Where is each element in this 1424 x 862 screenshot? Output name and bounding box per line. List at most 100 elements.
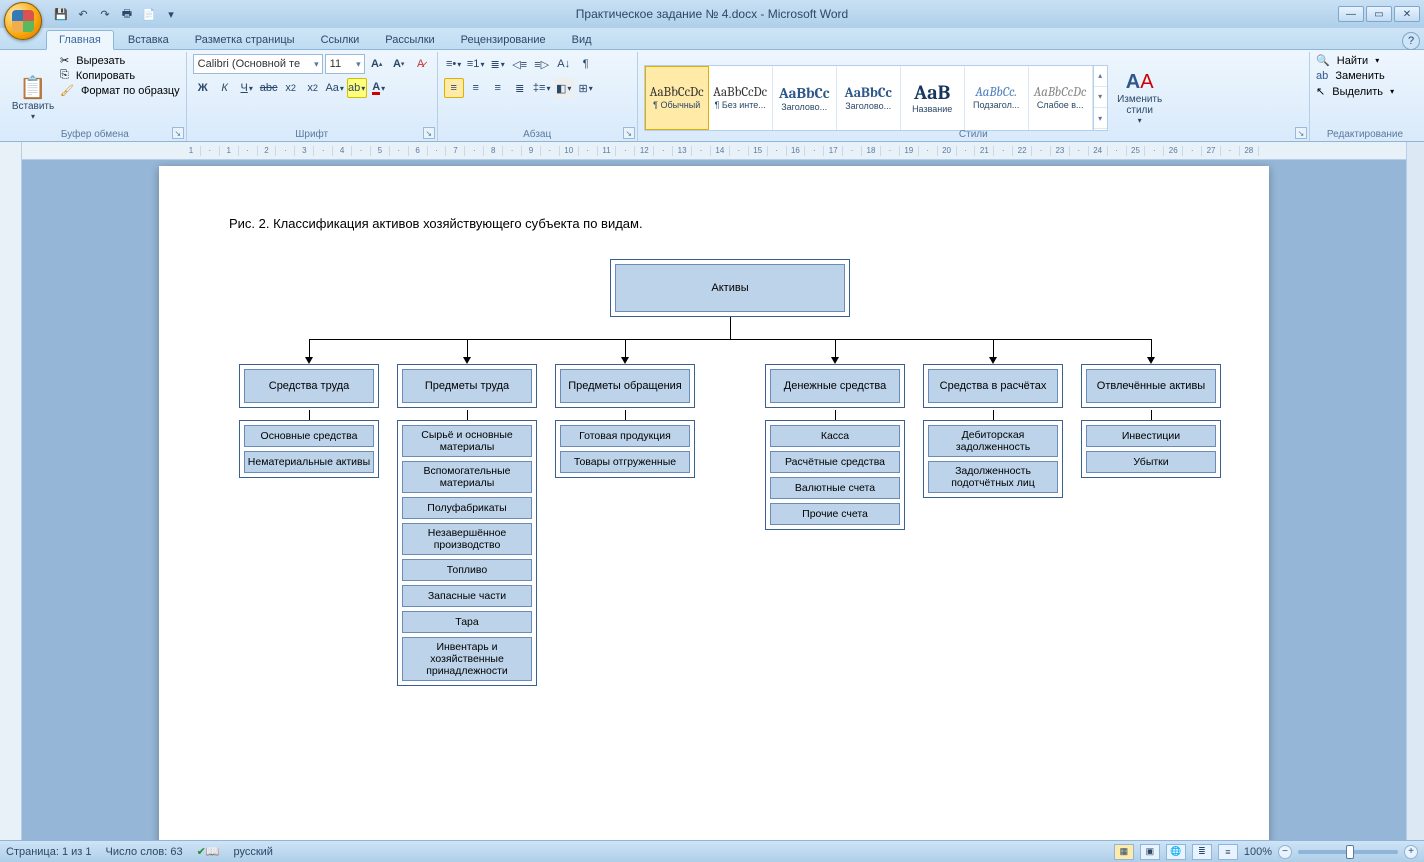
vertical-scrollbar[interactable] (1406, 142, 1424, 840)
scissors-icon: ✂ (60, 54, 69, 67)
styles-launcher[interactable]: ↘ (1295, 127, 1307, 139)
align-center-button[interactable]: ≡ (466, 78, 486, 98)
copy-button[interactable]: ⎘ Копировать (60, 69, 180, 82)
style-item[interactable]: AaBbCcDc¶ Без инте... (709, 66, 773, 130)
style-item[interactable]: AaBbCcЗаголово... (837, 66, 901, 130)
strike-button[interactable]: abc (259, 78, 279, 98)
style-item[interactable]: AaBbCcЗаголово... (773, 66, 837, 130)
increase-indent-button[interactable]: ≡▷ (532, 54, 552, 74)
format-painter-button[interactable]: 🖌 Формат по образцу (60, 84, 180, 97)
style-name: Заголово... (781, 102, 827, 112)
ruler-mark: · (616, 146, 635, 156)
italic-button[interactable]: К (215, 78, 235, 98)
numbering-button[interactable]: ≡1 (466, 54, 486, 74)
underline-button[interactable]: Ч (237, 78, 257, 98)
view-full-screen[interactable]: ▣ (1140, 844, 1160, 860)
highlight-button[interactable]: ab (347, 78, 367, 98)
find-button[interactable]: 🔍 Найти ▾ (1316, 54, 1414, 67)
tab-mailings[interactable]: Рассылки (373, 31, 446, 49)
change-styles-button[interactable]: AA Изменить стили ▾ (1112, 69, 1168, 127)
quick-access-toolbar: 💾 ↶ ↷ 🖶 📄 ▾ (52, 5, 180, 23)
style-item[interactable]: AaBbCcDcСлабое в... (1029, 66, 1093, 130)
document-scroll[interactable]: 1·1·2·3·4·5·6·7·8·9·10·11·12·13·14·15·16… (22, 142, 1406, 840)
tab-view[interactable]: Вид (560, 31, 604, 49)
undo-icon[interactable]: ↶ (74, 5, 92, 23)
view-draft[interactable]: ≡ (1218, 844, 1238, 860)
help-button[interactable]: ? (1402, 32, 1420, 50)
style-item[interactable]: AaBbCcDc¶ Обычный (645, 66, 709, 130)
style-scroll-button[interactable]: ▾ (1094, 87, 1107, 108)
maximize-button[interactable]: ▭ (1366, 6, 1392, 22)
view-web-layout[interactable]: 🌐 (1166, 844, 1186, 860)
tab-review[interactable]: Рецензирование (449, 31, 558, 49)
view-outline[interactable]: ≣ (1192, 844, 1212, 860)
tab-page-layout[interactable]: Разметка страницы (183, 31, 307, 49)
ruler-mark: · (352, 146, 371, 156)
style-name: Слабое в... (1037, 100, 1084, 110)
style-scroll-button[interactable]: ▴ (1094, 66, 1107, 87)
tab-home[interactable]: Главная (46, 30, 114, 50)
shrink-font-button[interactable]: A▾ (389, 54, 409, 74)
paragraph-launcher[interactable]: ↘ (623, 127, 635, 139)
replace-button[interactable]: ab Заменить (1316, 70, 1414, 82)
redo-icon[interactable]: ↷ (96, 5, 114, 23)
font-launcher[interactable]: ↘ (423, 127, 435, 139)
bold-button[interactable]: Ж (193, 78, 213, 98)
grow-font-button[interactable]: A▴ (367, 54, 387, 74)
titlebar: 💾 ↶ ↷ 🖶 📄 ▾ Практическое задание № 4.doc… (0, 0, 1424, 28)
align-left-button[interactable]: ≡ (444, 78, 464, 98)
subscript-button[interactable]: x2 (281, 78, 301, 98)
shading-button[interactable]: ◧ (554, 78, 574, 98)
paste-button[interactable]: 📋 Вставить ▾ (10, 54, 56, 141)
horizontal-ruler[interactable]: 1·1·2·3·4·5·6·7·8·9·10·11·12·13·14·15·16… (22, 142, 1406, 160)
style-preview: AaBbCc (845, 84, 892, 101)
status-proofing-icon[interactable]: ✔📖 (197, 845, 220, 858)
close-button[interactable]: ✕ (1394, 6, 1420, 22)
style-more-button[interactable]: ▾ (1094, 108, 1107, 129)
view-print-layout[interactable]: ▦ (1114, 844, 1134, 860)
zoom-thumb[interactable] (1346, 845, 1354, 859)
align-right-button[interactable]: ≡ (488, 78, 508, 98)
tab-references[interactable]: Ссылки (309, 31, 372, 49)
zoom-out-button[interactable]: − (1278, 845, 1292, 859)
show-marks-button[interactable]: ¶ (576, 54, 596, 74)
page[interactable]: Рис. 2. Классификация активов хозяйствую… (159, 166, 1269, 840)
cut-button[interactable]: ✂ Вырезать (60, 54, 180, 67)
line-spacing-button[interactable]: ‡≡ (532, 78, 552, 98)
justify-button[interactable]: ≣ (510, 78, 530, 98)
ruler-mark: · (1070, 146, 1089, 156)
tab-insert[interactable]: Вставка (116, 31, 181, 49)
clear-formatting-button[interactable]: A̷ (411, 54, 431, 74)
zoom-slider[interactable] (1298, 850, 1398, 854)
sort-button[interactable]: A↓ (554, 54, 574, 74)
bullets-button[interactable]: ≡• (444, 54, 464, 74)
save-icon[interactable]: 💾 (52, 5, 70, 23)
zoom-level[interactable]: 100% (1244, 846, 1272, 858)
change-case-button[interactable]: Aa (325, 78, 345, 98)
style-item[interactable]: AaBbCc.Подзагол... (965, 66, 1029, 130)
font-family-combo[interactable]: Calibri (Основной те (193, 54, 323, 74)
borders-button[interactable]: ⊞ (576, 78, 596, 98)
replace-icon: ab (1316, 70, 1328, 82)
replace-label: Заменить (1335, 70, 1384, 82)
font-size-combo[interactable]: 11 (325, 54, 365, 74)
vertical-ruler[interactable] (0, 142, 22, 840)
superscript-button[interactable]: x2 (303, 78, 323, 98)
quick-print-icon[interactable]: 🖶 (118, 5, 136, 23)
minimize-button[interactable]: — (1338, 6, 1364, 22)
clipboard-launcher[interactable]: ↘ (172, 127, 184, 139)
diagram-item: Прочие счета (770, 503, 900, 525)
preview-icon[interactable]: 📄 (140, 5, 158, 23)
qat-more-icon[interactable]: ▾ (162, 5, 180, 23)
diagram-item: Полуфабрикаты (402, 497, 532, 519)
zoom-in-button[interactable]: + (1404, 845, 1418, 859)
status-words[interactable]: Число слов: 63 (106, 846, 183, 858)
font-color-button[interactable]: A (369, 78, 389, 98)
decrease-indent-button[interactable]: ◁≡ (510, 54, 530, 74)
status-language[interactable]: русский (233, 846, 272, 858)
style-item[interactable]: AaBНазвание (901, 66, 965, 130)
office-button[interactable] (4, 2, 42, 40)
status-page[interactable]: Страница: 1 из 1 (6, 846, 92, 858)
select-button[interactable]: ↖ Выделить ▾ (1316, 85, 1414, 98)
multilevel-button[interactable]: ≣ (488, 54, 508, 74)
